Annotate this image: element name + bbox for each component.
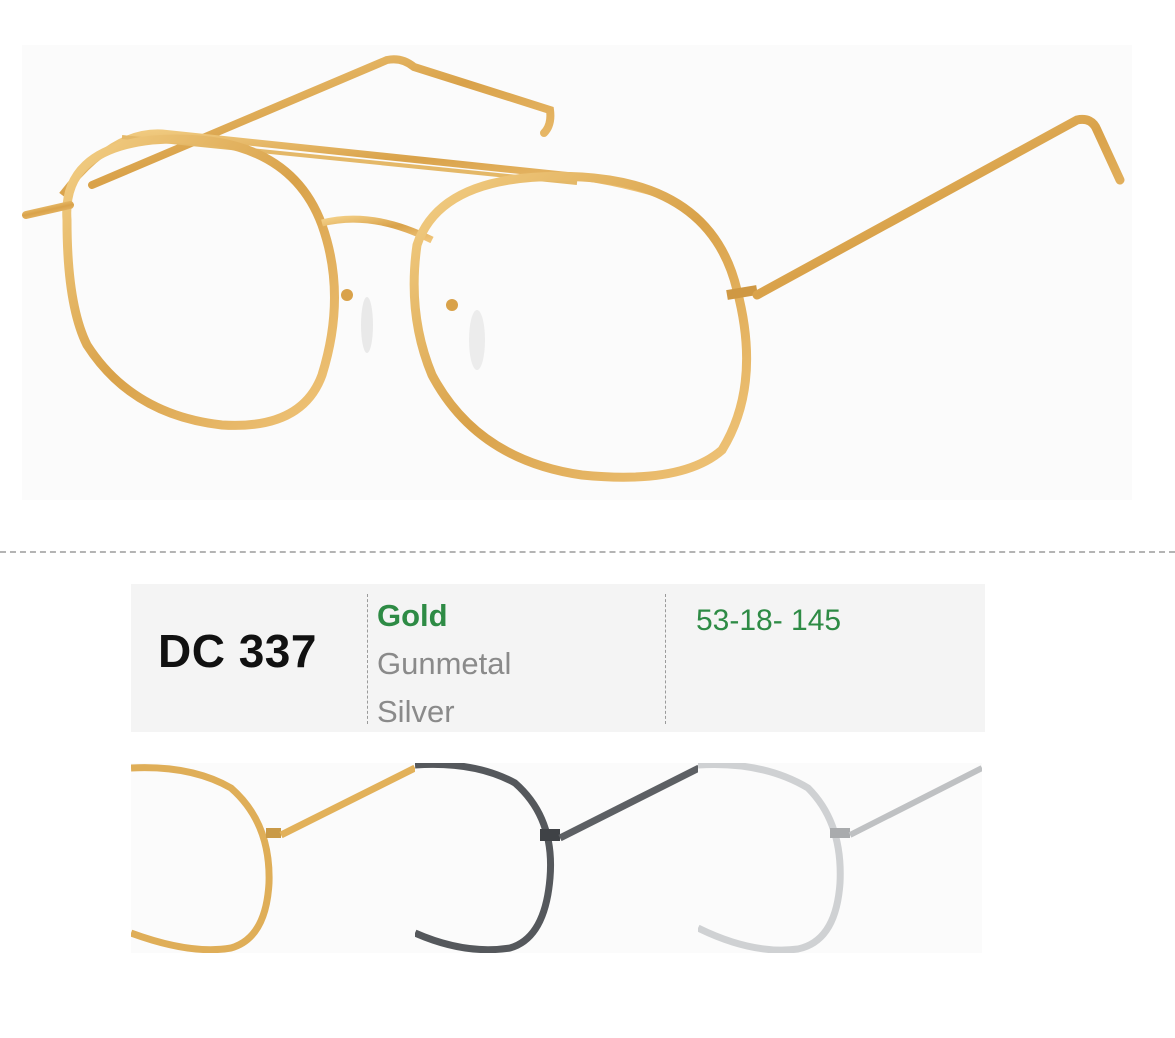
gold-frame-icon <box>131 764 415 953</box>
hero-product-image <box>22 45 1132 500</box>
column-divider <box>367 594 368 724</box>
section-divider <box>0 551 1175 553</box>
gunmetal-frame-swatch[interactable] <box>415 763 699 953</box>
frame-size: 53-18- 145 <box>696 604 842 637</box>
model-code: DC 337 <box>158 625 317 677</box>
silver-frame-swatch[interactable] <box>698 763 982 953</box>
gold-frame-swatch[interactable] <box>131 763 415 953</box>
color-option-silver[interactable]: Silver <box>377 688 511 736</box>
color-swatch-row <box>131 763 982 953</box>
gunmetal-frame-icon <box>415 763 699 953</box>
aviator-glasses-illustration <box>22 55 1125 482</box>
color-option-gold[interactable]: Gold <box>377 592 511 640</box>
product-info-panel: DC 337 Gold Gunmetal Silver 53-18- 145 <box>131 584 985 732</box>
column-divider <box>665 594 666 724</box>
color-options-list: Gold Gunmetal Silver <box>377 592 511 736</box>
silver-frame-icon <box>698 763 982 953</box>
color-option-gunmetal[interactable]: Gunmetal <box>377 640 511 688</box>
